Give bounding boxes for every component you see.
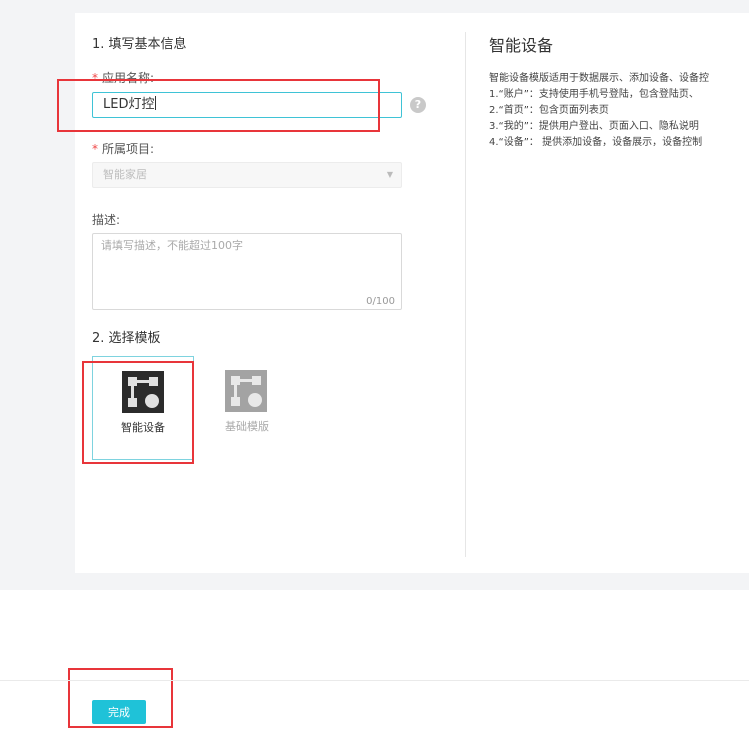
app-name-label-text: 应用名称:	[102, 71, 155, 85]
app-name-label: * 应用名称:	[92, 69, 154, 86]
footer-divider	[0, 680, 749, 681]
template-icon	[225, 370, 267, 412]
preview-description-line: 3.“我的”：提供用户登出、页面入口、隐私说明	[489, 121, 699, 132]
preview-description-line: 2.“首页”：包含页面列表页	[489, 105, 609, 116]
question-icon[interactable]: ?	[410, 97, 426, 113]
app-name-input[interactable]: LED灯控	[92, 92, 402, 118]
description-textarea[interactable]: 请填写描述，不能超过100字 0/100	[92, 233, 402, 310]
template-label: 基础模版	[225, 420, 269, 433]
template-card-smart-device[interactable]: 智能设备	[92, 356, 194, 460]
text-caret	[155, 96, 157, 110]
app-name-value: LED灯控	[103, 97, 155, 112]
template-card-basic[interactable]: 基础模版	[196, 356, 298, 460]
project-label: * 所属项目:	[92, 140, 154, 157]
required-asterisk: *	[92, 71, 98, 85]
required-asterisk: *	[92, 142, 98, 156]
preview-description-line: 智能设备模版适用于数据展示、添加设备、设备控	[489, 73, 709, 84]
description-label: 描述:	[92, 213, 121, 227]
done-button[interactable]: 完成	[92, 700, 146, 724]
preview-description-line: 4.“设备”： 提供添加设备，设备展示，设备控制	[489, 137, 703, 148]
panel-divider	[465, 32, 466, 557]
description-placeholder: 请填写描述，不能超过100字	[101, 239, 243, 252]
project-select-value: 智能家居	[103, 168, 147, 181]
dropdown-arrow-icon: ▼	[386, 170, 393, 179]
section-basic-info-title: 1. 填写基本信息	[92, 37, 187, 52]
project-select[interactable]: 智能家居 ▼	[92, 162, 402, 188]
preview-title: 智能设备	[489, 36, 554, 55]
project-label-text: 所属项目:	[102, 142, 155, 156]
template-label: 智能设备	[121, 421, 165, 434]
char-counter: 0/100	[366, 296, 395, 307]
section-template-title: 2. 选择模板	[92, 331, 161, 346]
preview-description-line: 1.“账户”：支持使用手机号登陆，包含登陆页、	[489, 89, 699, 100]
template-icon	[122, 371, 164, 413]
